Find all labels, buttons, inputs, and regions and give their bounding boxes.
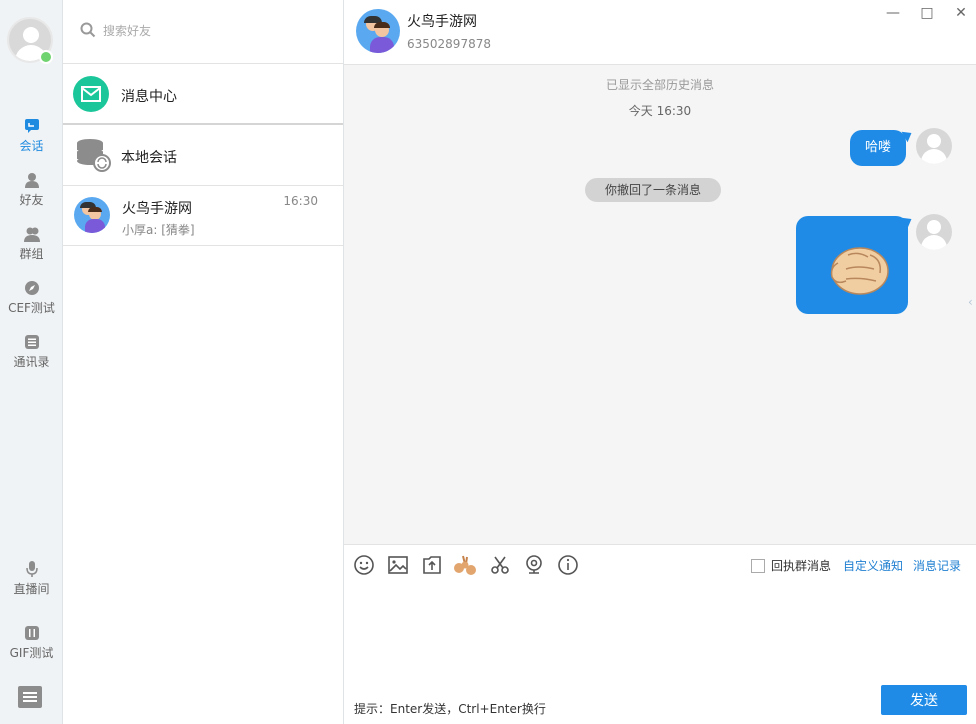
- input-toolbar: 回执群消息 自定义通知 消息记录: [344, 544, 976, 584]
- checkbox[interactable]: [751, 558, 765, 573]
- nav-item-groups[interactable]: 群组: [0, 226, 63, 262]
- nav-item-gif[interactable]: GIF测试: [0, 625, 63, 661]
- location-icon[interactable]: [523, 554, 545, 576]
- database-sync-icon: [77, 139, 111, 172]
- nav-item-live[interactable]: 直播间: [0, 561, 63, 597]
- nav-rail: 会话 好友 群组 CEF测试 通讯录 直播间 GIF测试: [0, 0, 63, 724]
- conversation-name: 火鸟手游网: [122, 201, 192, 217]
- local-session-label: 本地会话: [121, 150, 177, 166]
- message-area: 已显示全部历史消息 今天 16:30 哈喽 你撤回了一条消息 ‹: [344, 65, 976, 544]
- group-icon: [23, 227, 40, 242]
- message-center-label: 消息中心: [121, 89, 177, 105]
- message-timestamp: 今天 16:30: [628, 104, 692, 118]
- message-input-area[interactable]: 提示：Enter发送，Ctrl+Enter换行 发送: [344, 584, 976, 724]
- conversation-preview: 小厚a: [猜拳]: [122, 223, 195, 237]
- send-button[interactable]: 发送: [881, 685, 967, 715]
- contacts-icon: [24, 335, 39, 349]
- conversation-time: 16:30: [283, 194, 318, 208]
- nav-item-cef[interactable]: CEF测试: [0, 280, 63, 316]
- custom-notify-link[interactable]: 自定义通知: [843, 557, 903, 574]
- menu-icon[interactable]: [18, 686, 42, 708]
- file-upload-icon[interactable]: [421, 554, 443, 576]
- rock-paper-scissors-icon[interactable]: [453, 554, 479, 576]
- mail-icon: [73, 76, 109, 112]
- chat-header: 火鸟手游网 63502897878 — □ ✕: [344, 0, 976, 65]
- compass-icon: [24, 281, 39, 295]
- my-avatar-small[interactable]: [916, 214, 952, 250]
- friend-icon: [24, 173, 39, 188]
- group-avatar: [74, 197, 110, 233]
- nav-label: 会话: [19, 139, 44, 153]
- nav-label: 群组: [19, 247, 44, 261]
- gif-icon: [24, 626, 39, 640]
- session-list-panel: 消息中心 本地会话 火鸟手游网 16:30 小厚a: [猜拳]: [63, 0, 344, 724]
- receipt-label: 回执群消息: [771, 559, 832, 573]
- input-hint: 提示：Enter发送，Ctrl+Enter换行: [354, 702, 546, 716]
- my-avatar-small[interactable]: [916, 128, 952, 164]
- local-session-item[interactable]: 本地会话: [63, 125, 343, 186]
- maximize-icon[interactable]: □: [918, 4, 936, 22]
- search-icon: [80, 22, 96, 38]
- side-panel-toggle-icon[interactable]: ‹: [968, 295, 976, 309]
- message-history-link[interactable]: 消息记录: [913, 557, 961, 574]
- group-receipt-checkbox[interactable]: 回执群消息: [751, 557, 831, 574]
- nav-label: 好友: [19, 193, 44, 207]
- chat-id: 63502897878: [407, 37, 491, 51]
- nav-label: CEF测试: [8, 301, 55, 315]
- image-icon[interactable]: [387, 554, 409, 576]
- emoji-icon[interactable]: [353, 554, 375, 576]
- online-status-indicator: [39, 50, 53, 64]
- fist-emoji-icon: [830, 247, 889, 295]
- chat-panel: 火鸟手游网 63502897878 — □ ✕ 已显示全部历史消息 今天 16:…: [344, 0, 976, 724]
- chat-avatar[interactable]: [356, 9, 400, 53]
- history-notice[interactable]: 已显示全部历史消息: [344, 76, 976, 93]
- microphone-icon: [25, 561, 38, 577]
- nav-item-contacts[interactable]: 通讯录: [0, 334, 63, 370]
- message-center-item[interactable]: 消息中心: [63, 64, 343, 125]
- nav-item-chat[interactable]: 会话: [0, 118, 63, 154]
- search-input[interactable]: [103, 20, 323, 42]
- minimize-icon[interactable]: —: [884, 4, 902, 22]
- nav-label: 直播间: [13, 582, 50, 596]
- chat-title: 火鸟手游网: [407, 14, 477, 30]
- chat-icon: [24, 119, 39, 133]
- recall-notice: 你撤回了一条消息: [585, 178, 722, 202]
- conversation-item[interactable]: 火鸟手游网 16:30 小厚a: [猜拳]: [63, 186, 343, 246]
- info-icon[interactable]: [557, 554, 579, 576]
- nav-label: 通讯录: [13, 355, 50, 369]
- nav-item-friends[interactable]: 好友: [0, 172, 63, 208]
- image-message-bubble[interactable]: [796, 216, 908, 314]
- nav-label: GIF测试: [9, 646, 54, 660]
- close-icon[interactable]: ✕: [952, 4, 970, 22]
- scissors-icon[interactable]: [489, 554, 511, 576]
- search-bar: [63, 0, 343, 64]
- message-bubble[interactable]: 哈喽: [850, 130, 907, 166]
